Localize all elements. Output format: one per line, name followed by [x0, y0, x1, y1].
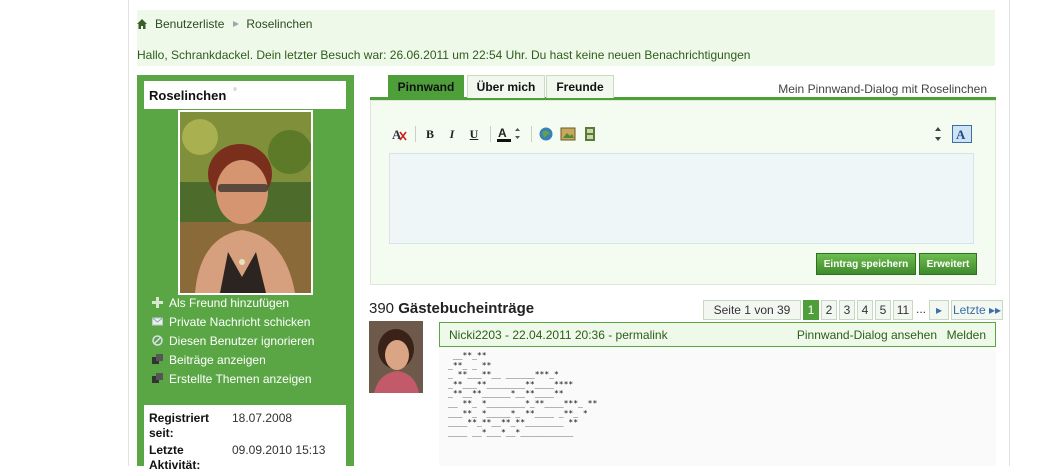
- block-icon: [152, 335, 163, 346]
- profile-sidebar: Roselinchen ° Als Freund hinzufügen Priv…: [137, 75, 354, 475]
- page-3[interactable]: 3: [839, 300, 855, 320]
- page-ellipsis: ...: [915, 302, 926, 316]
- editor-toolbar-right: A: [930, 125, 978, 143]
- registered-value: 18.07.2008: [232, 411, 293, 425]
- insert-video-icon[interactable]: [582, 126, 598, 142]
- entry-author-avatar[interactable]: [369, 321, 423, 393]
- guestbook-count: 390: [369, 300, 395, 317]
- entry-body: __**_** _**_ _ ** _ **___**__ ______***_…: [439, 347, 996, 466]
- entry-text-art: __**_** _**_ _ ** _ **___**__ ______***_…: [448, 351, 598, 437]
- last-activity-label: Letzte Aktivität:: [149, 443, 201, 472]
- resize-arrows-icon[interactable]: [930, 126, 946, 142]
- ignore-user-label: Diesen Benutzer ignorieren: [169, 333, 315, 348]
- profile-name: Roselinchen: [149, 88, 227, 103]
- save-entry-button[interactable]: Eintrag speichern: [816, 253, 916, 275]
- ignore-user-link[interactable]: Diesen Benutzer ignorieren: [152, 331, 314, 350]
- entry-meta[interactable]: Nicki2203 - 22.04.2011 20:36 - permalink: [449, 328, 668, 342]
- svg-text:A: A: [498, 126, 507, 140]
- threads-icon: [152, 373, 163, 383]
- pagination: Seite 1 von 39 1 2 3 4 5 11 ... ▸ Letzte…: [703, 300, 1005, 320]
- wall-post-textarea[interactable]: [389, 153, 974, 244]
- add-friend-link[interactable]: Als Freund hinzufügen: [152, 293, 314, 312]
- page-summary: Seite 1 von 39: [703, 300, 801, 320]
- last-page-button[interactable]: Letzte ▸▸: [951, 300, 1003, 320]
- envelope-icon: [152, 317, 163, 326]
- page-11[interactable]: 11: [893, 300, 913, 320]
- online-status-icon: °: [233, 87, 237, 98]
- add-friend-label: Als Freund hinzufügen: [169, 295, 290, 310]
- welcome-message: Hallo, Schrankdackel. Dein letzter Besuc…: [137, 48, 751, 62]
- show-posts-link[interactable]: Beiträge anzeigen: [152, 350, 314, 369]
- toolbar-separator: [415, 126, 416, 142]
- wall-editor: A B I U A A Eintrag speichern Erweitert: [370, 100, 996, 285]
- tab-pinnwand[interactable]: Pinnwand: [388, 75, 464, 98]
- private-message-link[interactable]: Private Nachricht schicken: [152, 312, 314, 331]
- tab-ueber-mich[interactable]: Über mich: [467, 75, 545, 98]
- switch-mode-icon[interactable]: A: [952, 125, 972, 143]
- view-dialog-link[interactable]: Pinnwand-Dialog ansehen: [797, 328, 937, 342]
- link-globe-icon[interactable]: [538, 126, 554, 142]
- italic-icon[interactable]: I: [444, 126, 460, 142]
- page-4[interactable]: 4: [857, 300, 873, 320]
- breadcrumb-link-benutzerliste[interactable]: Benutzerliste: [155, 17, 224, 31]
- remove-format-icon[interactable]: A: [391, 126, 407, 142]
- next-page-button[interactable]: ▸: [929, 300, 949, 320]
- insert-image-icon[interactable]: [560, 126, 576, 142]
- profile-actions: Als Freund hinzufügen Private Nachricht …: [152, 293, 314, 388]
- posts-icon: [152, 354, 163, 364]
- my-dialog-link[interactable]: Mein Pinnwand-Dialog mit Roselinchen: [778, 82, 987, 96]
- profile-tabs: Pinnwand Über mich Freunde Mein Pinnwand…: [370, 75, 996, 100]
- show-posts-label: Beiträge anzeigen: [169, 352, 266, 367]
- report-link[interactable]: Melden: [947, 328, 986, 342]
- plus-icon: [152, 297, 163, 308]
- notice-bar: Benutzerliste Roselinchen Hallo, Schrank…: [137, 10, 995, 66]
- editor-toolbar: A B I U A: [391, 125, 604, 143]
- registered-label: Registriert seit:: [149, 411, 210, 440]
- profile-stats: Registriert seit: 18.07.2008 Letzte Akti…: [144, 405, 346, 475]
- breadcrumb: Benutzerliste Roselinchen: [137, 17, 312, 31]
- show-threads-link[interactable]: Erstellte Themen anzeigen: [152, 369, 314, 388]
- profile-avatar[interactable]: [178, 110, 313, 295]
- profile-name-box: Roselinchen °: [144, 81, 346, 109]
- page-2[interactable]: 2: [821, 300, 837, 320]
- font-color-icon[interactable]: A: [497, 126, 523, 142]
- tab-freunde[interactable]: Freunde: [546, 75, 614, 98]
- page-1[interactable]: 1: [803, 300, 819, 320]
- last-activity-value: 09.09.2010 15:13: [232, 443, 326, 457]
- home-icon[interactable]: [137, 19, 147, 29]
- breadcrumb-current: Roselinchen: [246, 17, 313, 31]
- svg-text:A: A: [956, 127, 966, 142]
- show-threads-label: Erstellte Themen anzeigen: [169, 371, 312, 386]
- toolbar-separator: [531, 126, 532, 142]
- private-message-label: Private Nachricht schicken: [169, 314, 311, 329]
- guestbook-heading: 390 Gästebucheinträge: [369, 300, 534, 317]
- toolbar-separator: [490, 126, 491, 142]
- guestbook-title: Gästebucheinträge: [398, 300, 535, 317]
- underline-icon[interactable]: U: [466, 126, 482, 142]
- advanced-button[interactable]: Erweitert: [919, 253, 977, 275]
- entry-header: Nicki2203 - 22.04.2011 20:36 - permalink…: [439, 322, 996, 347]
- breadcrumb-separator-icon: [233, 21, 240, 27]
- page-5[interactable]: 5: [875, 300, 891, 320]
- bold-icon[interactable]: B: [422, 126, 438, 142]
